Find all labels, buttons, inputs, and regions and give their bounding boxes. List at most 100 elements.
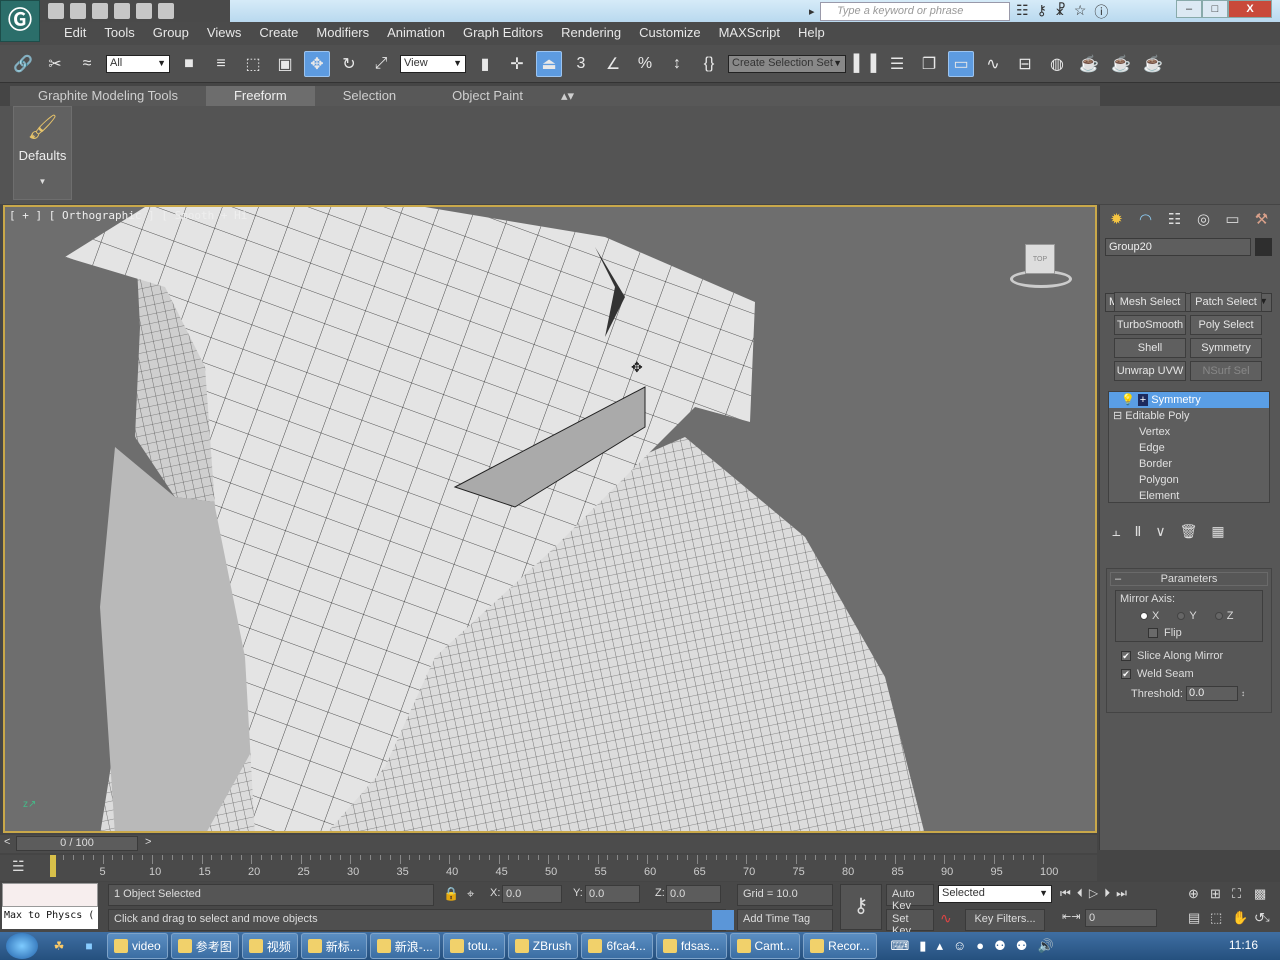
axis-y-radio[interactable]: Y [1177,610,1197,622]
next-frame-button[interactable]: > [145,836,151,848]
restore-button[interactable]: □ [1202,0,1228,18]
display-tab-icon[interactable]: ▭ [1220,208,1245,230]
axis-x-radio[interactable]: X [1140,610,1159,622]
edit-named-selection-icon[interactable]: {} [696,51,722,77]
keyboard-icon[interactable]: ⌨ [891,938,910,954]
parameters-rollout-header[interactable]: – Parameters [1110,572,1268,586]
current-frame-field[interactable]: 0 [1085,909,1157,927]
current-frame-marker[interactable] [50,855,56,877]
project-folder-icon[interactable] [158,3,174,19]
menu-group[interactable]: Group [144,22,198,45]
unlink-icon[interactable]: ✂ [42,51,68,77]
shell-button[interactable]: Shell [1114,338,1186,358]
app-logo-button[interactable]: Ⓖ [0,0,40,42]
set-key-big-button[interactable]: ⚷ [840,884,882,930]
turbosmooth-button[interactable]: TurboSmooth [1114,315,1186,335]
new-file-icon[interactable] [48,3,64,19]
link-icon[interactable]: 🔗 [10,51,36,77]
menu-edit[interactable]: Edit [55,22,95,45]
key-mode-toggle-icon[interactable]: ⇤⇥ [1062,910,1080,923]
taskbar-item[interactable]: Camt... [729,933,801,959]
menu-modifiers[interactable]: Modifiers [307,22,378,45]
stack-item-symmetry[interactable]: 💡 + Symmetry [1109,392,1269,408]
window-crossing-icon[interactable]: ▣ [272,51,298,77]
select-by-name-icon[interactable]: ≡ [208,51,234,77]
taskbar-item[interactable]: Recor... [803,933,877,959]
symmetry-button[interactable]: Symmetry [1190,338,1262,358]
create-tab-icon[interactable]: ✹ [1104,208,1129,230]
time-tag-icon[interactable] [712,910,734,930]
track-bar[interactable]: ☱ 05101520253035404550556065707580859095… [0,855,1097,881]
zoom-all-icon[interactable]: ⊞ [1210,886,1232,902]
remove-modifier-icon[interactable]: 🗑 [1180,523,1198,540]
previous-frame-icon[interactable]: ⏴ [1077,886,1083,901]
key-tangent-icon[interactable]: ∿ [940,910,952,927]
spinner-snap-icon[interactable]: ↕ [664,51,690,77]
select-and-rotate-icon[interactable]: ↻ [336,51,362,77]
taskbar-item[interactable]: video [107,933,168,959]
defaults-button[interactable]: 🖌 Defaults ▼ [13,106,72,200]
tab-selection[interactable]: Selection [315,86,424,106]
render-setup-icon[interactable]: ☕ [1076,51,1102,77]
ribbon-minimize-icon[interactable]: ▴▾ [551,86,584,106]
threshold-spinner[interactable]: 0.0 [1185,686,1238,701]
angle-snap-icon[interactable]: ∠ [600,51,626,77]
usb-icon[interactable]: ▮ [919,938,926,954]
absolute-mode-icon[interactable]: ⌖ [467,886,474,902]
menu-tools[interactable]: Tools [95,22,143,45]
lock-selection-icon[interactable]: 🔒 [443,886,459,902]
maximize-viewport-icon[interactable]: ⤡ [1260,910,1270,925]
layer-manager-icon[interactable]: ❐ [916,51,942,77]
poly-select-button[interactable]: Poly Select [1190,315,1262,335]
tray-app-icon[interactable]: ☺ [953,938,966,954]
prev-frame-button[interactable]: < [4,836,10,848]
set-key-button[interactable]: Set Key [886,909,934,937]
go-to-end-icon[interactable]: ⏭ [1116,886,1127,901]
x-coordinate-field[interactable]: 0.0 [502,885,562,903]
pin-stack-icon[interactable]: ⫠ [1112,523,1120,540]
zoom-icon[interactable]: ⊕ [1188,886,1210,902]
help-search-input[interactable]: Type a keyword or phrase [809,2,1010,21]
zoom-extents-icon[interactable]: ⛶ [1232,886,1254,902]
unwrap-uvw-button[interactable]: Unwrap UVW [1114,361,1186,381]
motion-tab-icon[interactable]: ◎ [1191,208,1216,230]
auto-key-button[interactable]: Auto Key [886,884,934,912]
menu-views[interactable]: Views [198,22,250,45]
align-icon[interactable]: ☰ [884,51,910,77]
menu-create[interactable]: Create [250,22,307,45]
material-editor-icon[interactable]: ◍ [1044,51,1070,77]
qq-icon-2[interactable]: ⚉ [1016,938,1028,954]
maxscript-listener-output[interactable]: Max to Physcs ( [2,907,98,929]
menu-graph-editors[interactable]: Graph Editors [454,22,552,45]
taskbar-item[interactable]: 视频 [241,933,298,959]
snaps-toggle-icon[interactable]: 3 [568,51,594,77]
selection-filter-dropdown[interactable]: All [106,54,170,73]
menu-rendering[interactable]: Rendering [552,22,630,45]
spinner-arrows-icon[interactable]: ↕ [1241,689,1245,698]
system-clock[interactable]: 11:16 [1229,938,1258,952]
taskbar-item[interactable]: 新浪-... [369,933,440,959]
stack-subitem-edge[interactable]: Edge [1109,440,1269,456]
reference-coordinate-dropdown[interactable]: View [400,54,466,73]
flip-checkbox[interactable]: Flip [1120,627,1258,639]
menu-customize[interactable]: Customize [630,22,709,45]
y-coordinate-field[interactable]: 0.0 [585,885,640,903]
stack-subitem-vertex[interactable]: Vertex [1109,424,1269,440]
menu-maxscript[interactable]: MAXScript [710,22,789,45]
save-icon[interactable] [92,3,108,19]
named-selection-sets-dropdown[interactable]: Create Selection Set [728,54,846,73]
show-hidden-icons[interactable]: ▴ [936,938,943,954]
hierarchy-tab-icon[interactable]: ☷ [1162,208,1187,230]
quick-launch-icon[interactable]: ■ [74,939,104,953]
collapse-icon[interactable]: – [1115,573,1121,585]
add-time-tag-button[interactable]: Add Time Tag [737,909,833,931]
render-production-icon[interactable]: ☕ [1140,51,1166,77]
chevron-down-icon[interactable]: ▼ [14,177,71,186]
axis-z-radio[interactable]: Z [1214,610,1233,622]
stack-subitem-polygon[interactable]: Polygon [1109,472,1269,488]
redo-icon[interactable] [136,3,152,19]
make-unique-icon[interactable]: ∨ [1155,523,1165,540]
keyboard-shortcut-override-icon[interactable]: ⏏ [536,50,562,77]
taskbar-item[interactable]: fdsas... [655,933,727,959]
select-and-move-icon[interactable]: ✥ [304,50,330,77]
